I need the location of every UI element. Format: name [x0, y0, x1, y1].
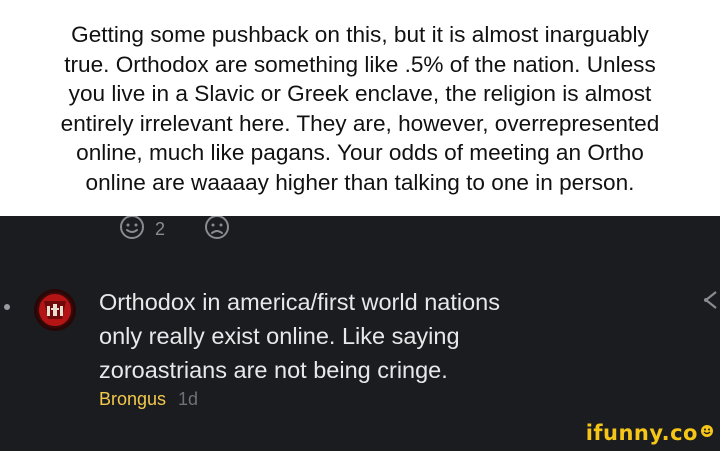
reaction-bar: 2: [118, 216, 231, 242]
caption-line: you live in a Slavic or Greek enclave, t…: [68, 81, 652, 106]
comment-text-line: zoroastrians are not being cringe.: [99, 357, 448, 383]
caption-line: online are waaaay higher than talking to…: [85, 169, 635, 195]
caption-line: true. Orthodox are something like .5% of…: [64, 51, 656, 77]
like-count: 2: [155, 218, 166, 239]
meme-caption: Getting some pushback on this, but it is…: [0, 0, 720, 216]
comment-screenshot: 2 Orthodox in america/first world nation…: [0, 216, 720, 451]
caption-line: entirely irrelevant here. They are, howe…: [60, 110, 660, 136]
ifunny-watermark: ifunny.co: [586, 421, 714, 445]
comment: Orthodox in america/first world nations …: [99, 285, 659, 410]
thread-bullet: [4, 304, 10, 310]
share-icon[interactable]: [700, 288, 720, 312]
timestamp: 1d: [178, 389, 199, 409]
smile-icon: [700, 424, 714, 442]
caption-text: Getting some pushback on this, but it is…: [20, 20, 700, 197]
avatar[interactable]: [34, 289, 76, 331]
frown-icon[interactable]: [203, 216, 231, 243]
caption-line: online, much like pagans. Your odds of m…: [76, 140, 644, 165]
comment-text-line: only really exist online. Like saying: [99, 323, 460, 349]
comment-meta: Brongus 1d: [99, 389, 659, 410]
username-link[interactable]: Brongus: [99, 389, 166, 410]
caption-line: Getting some pushback on this, but it is…: [71, 22, 649, 47]
comment-text-line: Orthodox in america/first world nations: [99, 289, 500, 315]
watermark-text: ifunny.co: [585, 421, 698, 445]
smile-icon[interactable]: [118, 216, 146, 243]
